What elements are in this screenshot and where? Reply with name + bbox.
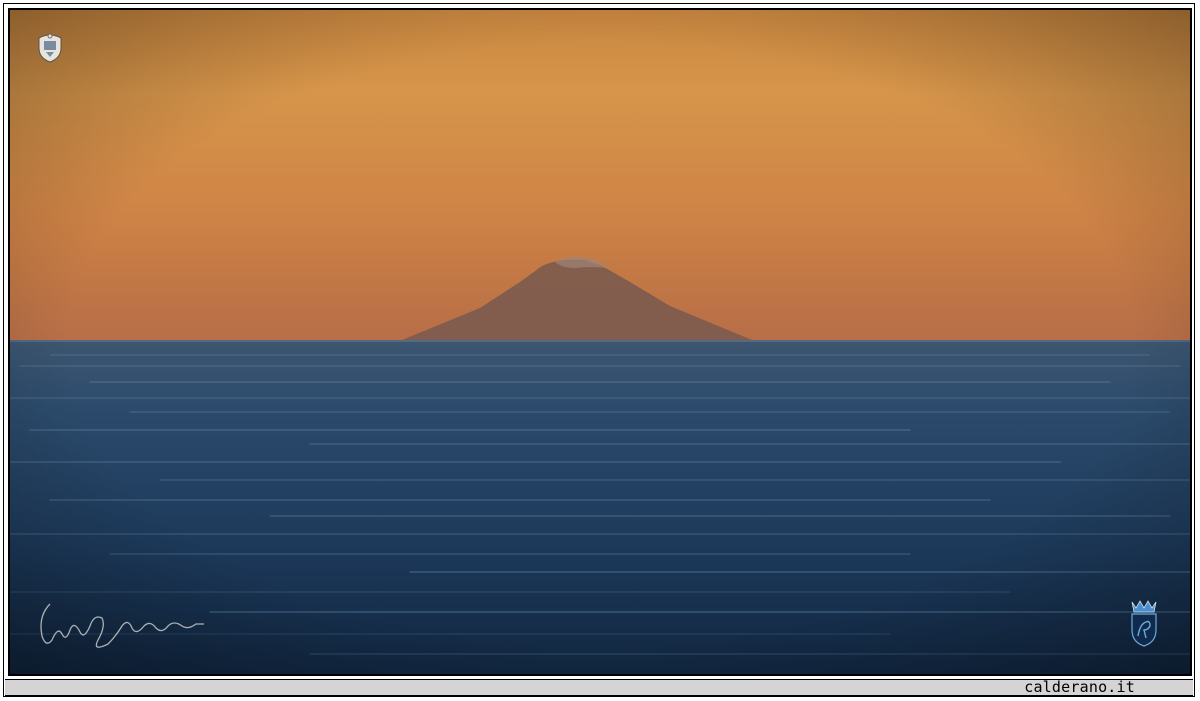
signature <box>40 603 204 648</box>
crest-icon <box>38 33 62 63</box>
site-caption: calderano.it <box>1024 678 1135 696</box>
caption-bar: calderano.it <box>5 678 1193 696</box>
photo <box>8 8 1192 676</box>
landscape-scene <box>10 10 1190 674</box>
lion-crest-icon <box>1131 600 1157 647</box>
